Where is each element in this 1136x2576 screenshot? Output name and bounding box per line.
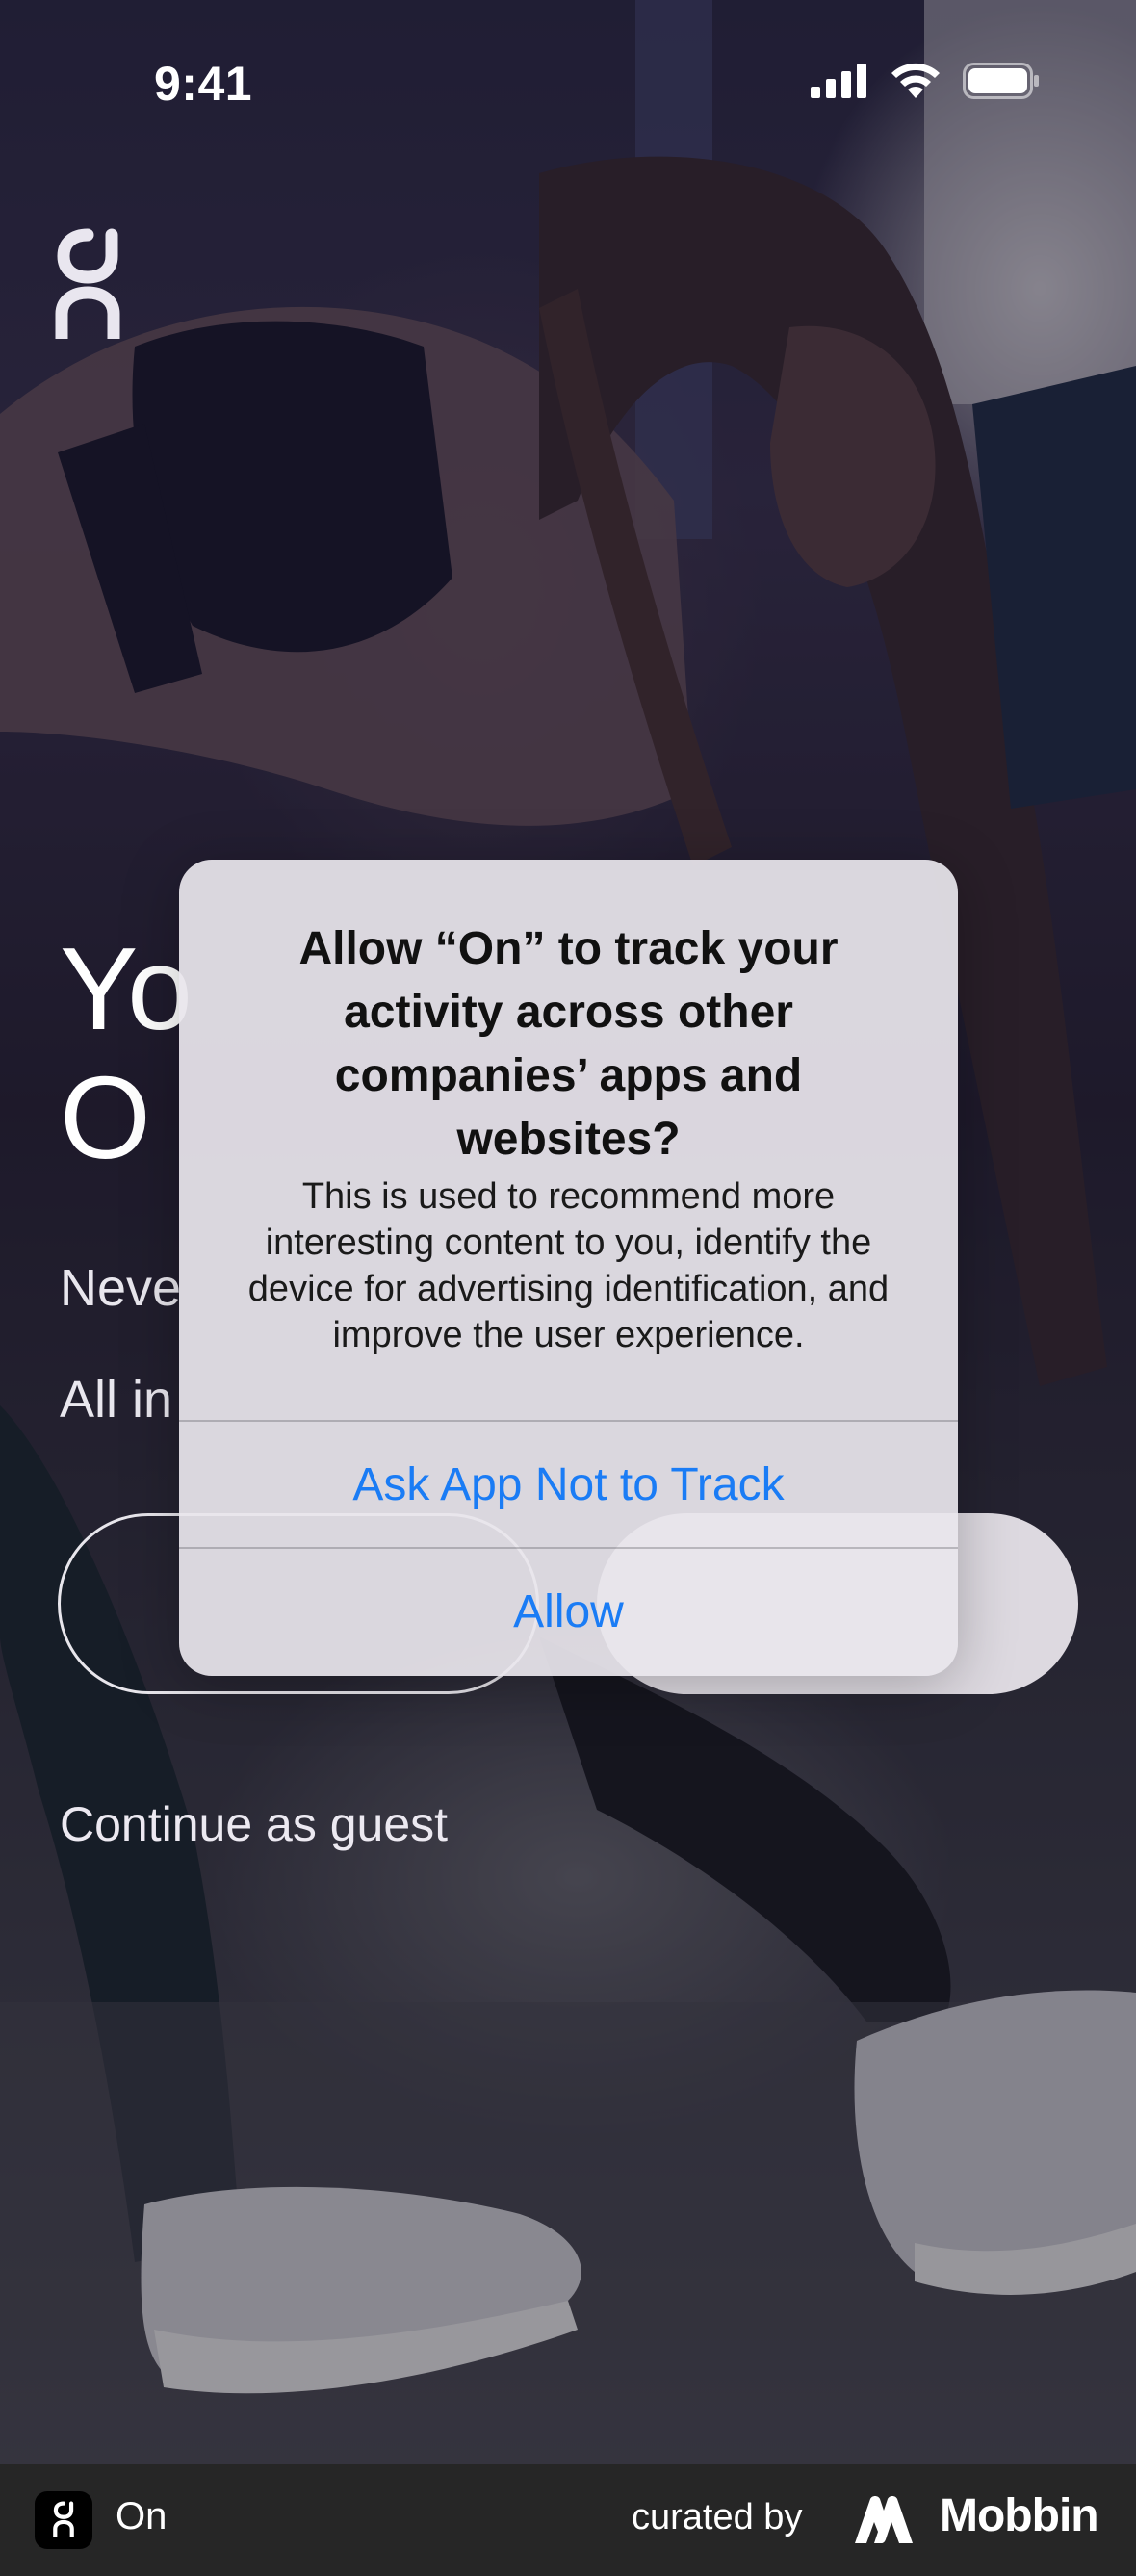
cellular-signal-icon [811, 64, 866, 98]
allow-button[interactable]: Allow [179, 1549, 958, 1674]
footer-app-name: On [116, 2495, 168, 2537]
wifi-icon [891, 63, 940, 98]
status-icons [811, 62, 1040, 100]
alert-message: This is used to recommend more interesti… [247, 1176, 890, 1355]
status-bar: 9:41 [0, 0, 1136, 164]
alert-title: Allow “On” to track your activity across… [298, 923, 839, 1165]
app-screen: 9:41 Yo O Neve All in Continue as guest … [0, 0, 1136, 2576]
on-logo-icon [53, 2501, 74, 2537]
app-icon [35, 2491, 92, 2549]
curated-by-label: curated by [632, 2497, 803, 2537]
ask-not-to-track-button[interactable]: Ask App Not to Track [179, 1422, 958, 1547]
mobbin-footer: On curated by Mobbin [0, 2464, 1136, 2576]
mobbin-brand-name: Mobbin [940, 2490, 1099, 2541]
battery-icon [963, 63, 1039, 99]
continue-as-guest-link[interactable]: Continue as guest [60, 1796, 448, 1852]
mobbin-logo-icon [855, 2496, 913, 2543]
on-logo-icon [55, 228, 120, 339]
status-time: 9:41 [154, 57, 253, 111]
welcome-headline: Yo O [60, 923, 194, 1183]
welcome-subtitle: Neve All in [60, 1259, 182, 1429]
tracking-permission-alert: Allow “On” to track your activity across… [179, 860, 958, 1676]
